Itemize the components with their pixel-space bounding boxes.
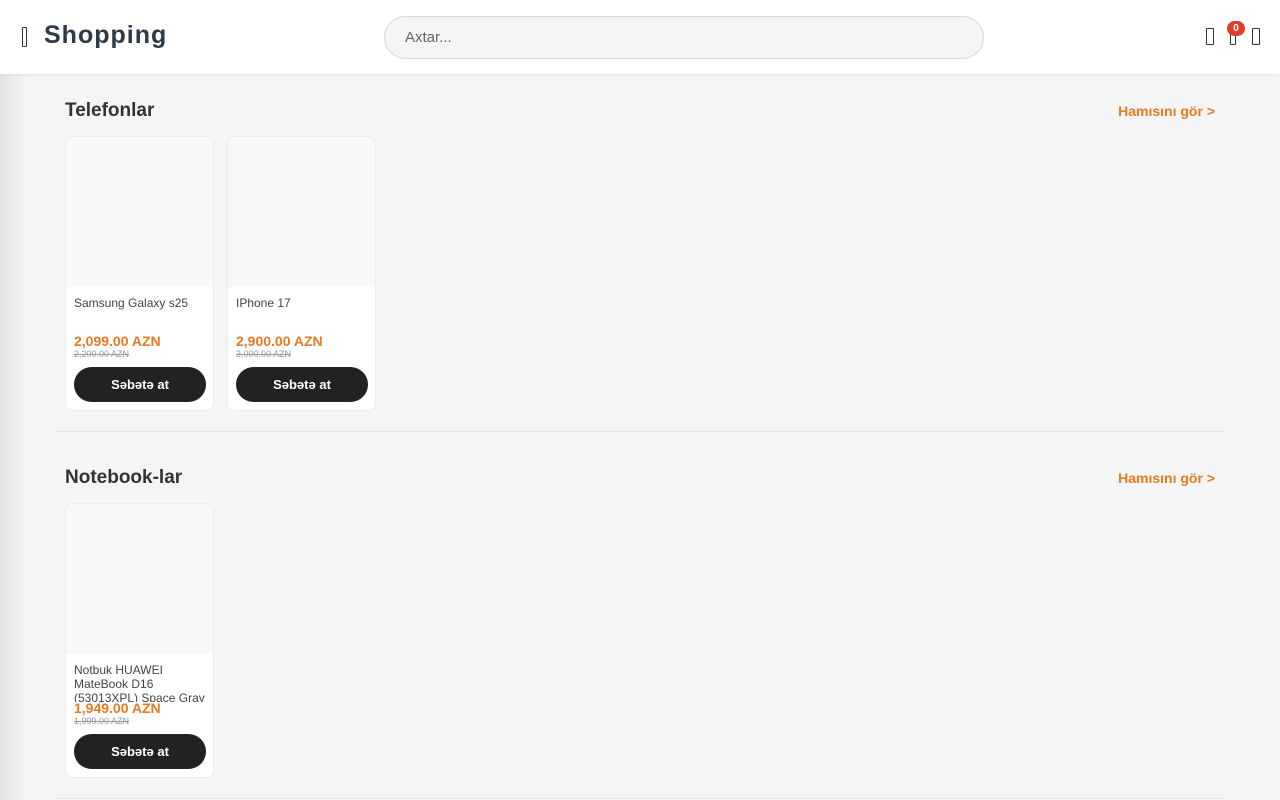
- add-to-cart-button[interactable]: Səbətə at: [74, 734, 206, 769]
- product-old-price: 1,999.00 AZN: [74, 716, 130, 726]
- user-icon[interactable]: [1204, 27, 1216, 47]
- menu-icon[interactable]: [14, 24, 34, 50]
- section-divider: [56, 798, 1224, 799]
- see-all-phones-link[interactable]: Hamısını gör >: [1118, 103, 1215, 119]
- product-name[interactable]: IPhone 17: [236, 296, 368, 335]
- brand-logo[interactable]: Shopping: [44, 21, 167, 50]
- product-price: 1,949.00 AZN: [74, 700, 161, 716]
- product-image[interactable]: [66, 137, 213, 287]
- product-image[interactable]: [228, 137, 375, 287]
- search-input[interactable]: [384, 16, 984, 59]
- see-all-notebooks-link[interactable]: Hamısını gör >: [1118, 470, 1215, 486]
- product-image[interactable]: [66, 504, 213, 654]
- product-price: 2,900.00 AZN: [236, 333, 323, 349]
- product-old-price: 2,200.00 AZN: [74, 349, 130, 359]
- product-name[interactable]: Notbuk HUAWEI MateBook D16 (53013XPL) Sp…: [74, 663, 206, 702]
- add-to-cart-button[interactable]: Səbətə at: [236, 367, 368, 402]
- section-title-phones: Telefonlar: [65, 100, 155, 121]
- product-card[interactable]: Notbuk HUAWEI MateBook D16 (53013XPL) Sp…: [65, 503, 214, 778]
- top-header: Shopping 0: [0, 0, 1280, 74]
- cart-count-badge: 0: [1227, 21, 1245, 36]
- product-old-price: 3,000.00 AZN: [236, 349, 292, 359]
- product-card[interactable]: IPhone 17 2,900.00 AZN 3,000.00 AZN Səbə…: [227, 136, 376, 411]
- product-name[interactable]: Samsung Galaxy s25: [74, 296, 206, 335]
- product-price: 2,099.00 AZN: [74, 333, 161, 349]
- add-to-cart-button[interactable]: Səbətə at: [74, 367, 206, 402]
- section-title-notebooks: Notebook-lar: [65, 467, 183, 488]
- product-card[interactable]: Samsung Galaxy s25 2,099.00 AZN 2,200.00…: [65, 136, 214, 411]
- more-icon[interactable]: [1250, 27, 1262, 47]
- section-divider: [56, 431, 1224, 432]
- left-edge-shadow: [0, 74, 28, 800]
